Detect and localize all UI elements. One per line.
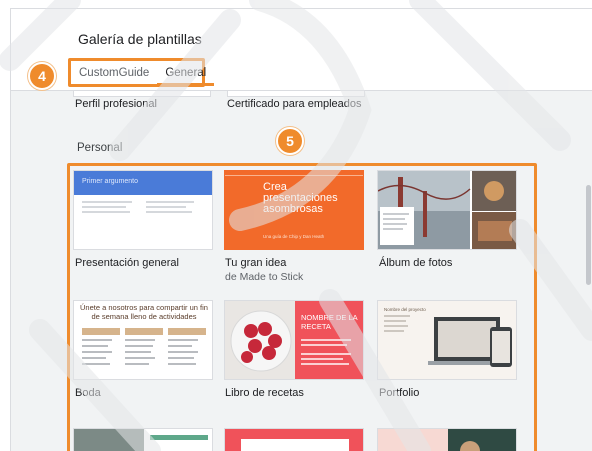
template-card-certificado[interactable] (227, 91, 365, 97)
template-label-presentacion-general: Presentación general (75, 257, 179, 269)
thumb-photo-collage (378, 171, 516, 249)
template-card-row3-2[interactable] (224, 428, 364, 451)
template-card-row3-1[interactable] (73, 428, 213, 451)
template-sub-tu-gran-idea: de Made to Stick (225, 271, 304, 283)
template-label-boda: Boda (75, 387, 101, 399)
template-gallery-window: Galería de plantillas CustomGuide Genera… (10, 8, 592, 451)
callout-badge-4: 4 (28, 62, 56, 90)
thumb-schedule-table (82, 328, 206, 365)
template-card-album-de-fotos[interactable] (377, 170, 517, 250)
template-card-tu-gran-idea[interactable]: Crea presentaciones asombrosas Una guía … (224, 170, 364, 250)
tab-general[interactable]: General (157, 63, 215, 86)
thumb-row3-1 (74, 429, 212, 451)
thumb-title: NOMBRE DE LA RECETA (301, 313, 358, 331)
template-card-boda[interactable]: Únete a nosotros para compartir un fin d… (73, 300, 213, 380)
section-title-personal: Personal (77, 142, 123, 154)
template-label-portfolio: Portfolio (379, 387, 420, 399)
template-label-album-de-fotos: Álbum de fotos (379, 257, 453, 269)
template-label-certificado: Certificado para empleados (227, 98, 362, 110)
scrollbar-thumb[interactable] (586, 185, 591, 285)
template-label-libro-de-recetas: Libro de recetas (225, 387, 304, 399)
thumb-caption: Una guía de Chip y Dan Heath (263, 234, 325, 239)
thumb-row3-2 (225, 429, 363, 451)
gallery-header: Galería de plantillas CustomGuide Genera… (11, 9, 592, 91)
template-card-row3-3[interactable] (377, 428, 517, 451)
thumb-row3-3 (378, 429, 516, 451)
tab-customguide[interactable]: CustomGuide (71, 61, 157, 84)
template-card-presentacion-general[interactable]: Primer argumento (73, 170, 213, 250)
thumb-text-lines (82, 201, 194, 213)
callout-badge-5: 5 (276, 127, 304, 155)
template-card-portfolio[interactable]: Nombre del proyecto (377, 300, 517, 380)
thumb-devices (384, 315, 512, 367)
template-card-perfil-profesional[interactable] (73, 91, 211, 97)
thumb-rule (225, 175, 363, 176)
tab-bar: CustomGuide General (68, 58, 215, 87)
template-label-perfil-profesional: Perfil profesional (75, 98, 157, 110)
page-title: Galería de plantillas (78, 31, 202, 47)
template-card-libro-de-recetas[interactable]: NOMBRE DE LA RECETA (224, 300, 364, 380)
thumb-title: Crea presentaciones asombrosas (263, 181, 338, 215)
template-label-tu-gran-idea: Tu gran idea (225, 257, 287, 269)
